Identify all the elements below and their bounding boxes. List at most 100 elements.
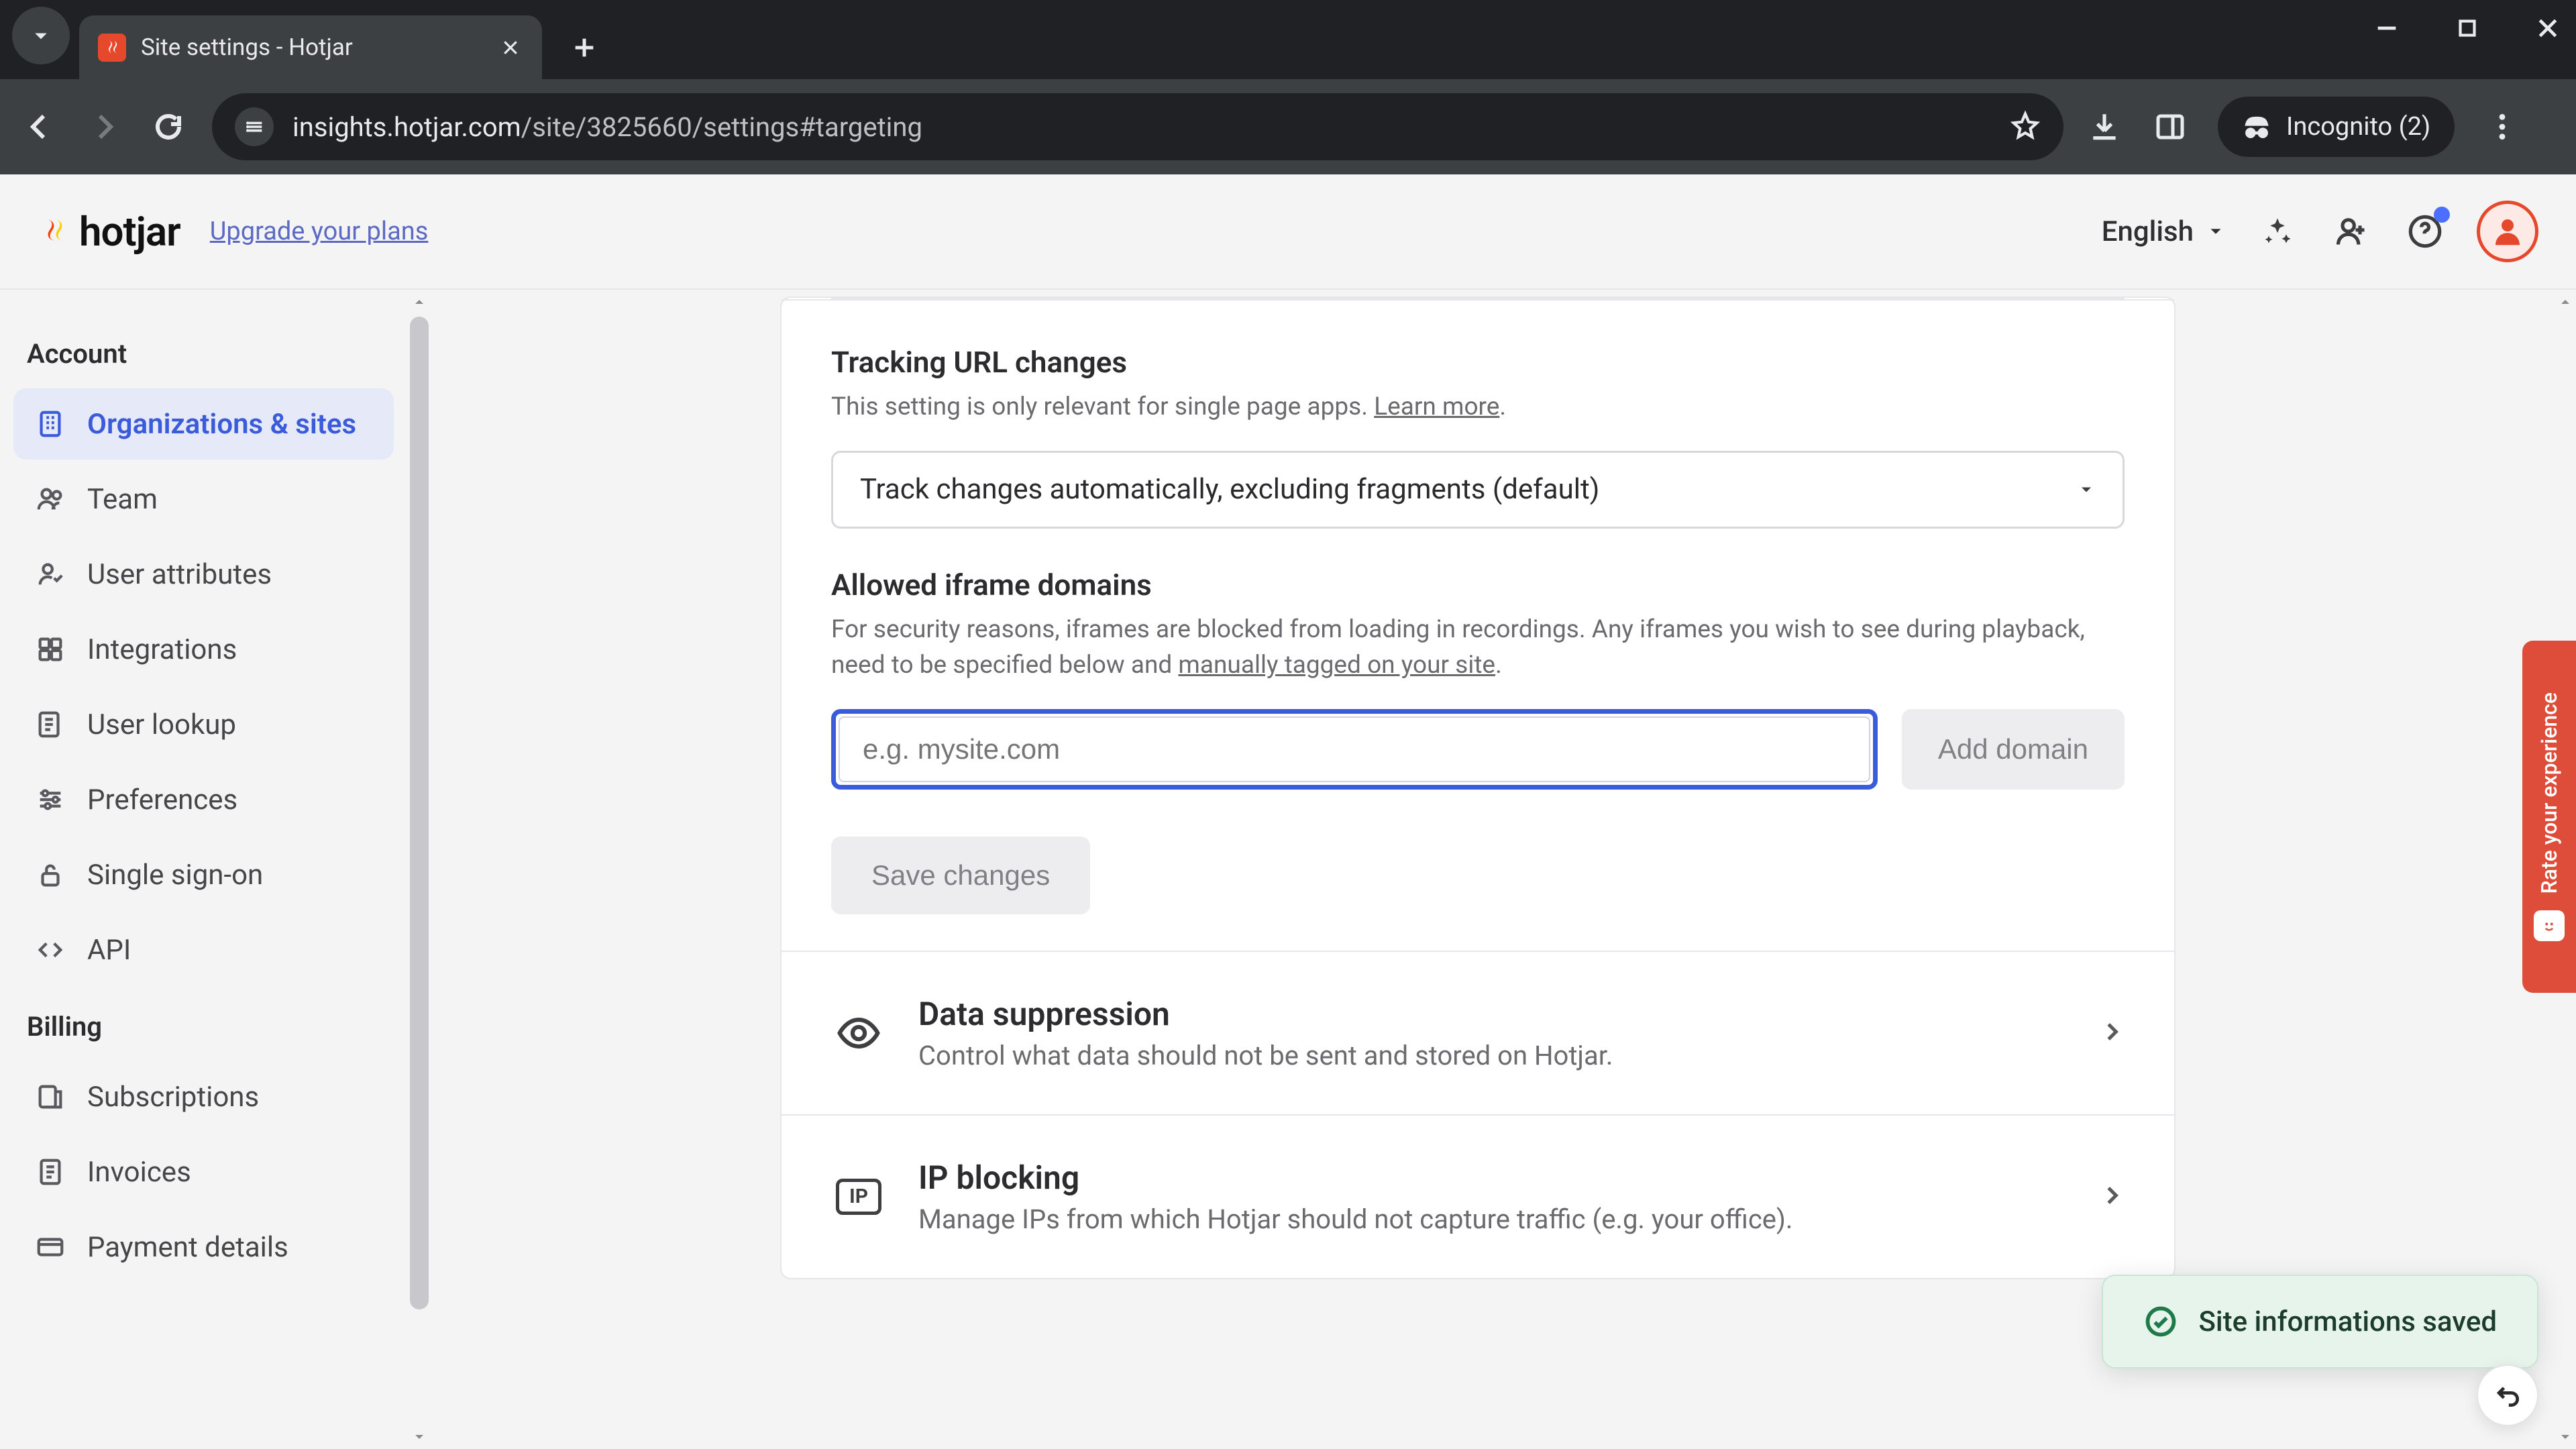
integrations-icon (34, 633, 67, 666)
sidebar: Account Organizations & sites Team User … (0, 290, 407, 1449)
card-title: IP blocking (918, 1159, 2067, 1197)
scroll-return-button[interactable] (2477, 1364, 2538, 1426)
sidebar-item-organizations[interactable]: Organizations & sites (13, 388, 394, 460)
sidebar-item-label: Integrations (87, 633, 237, 666)
chrome-menu-button[interactable] (2484, 109, 2520, 145)
downloads-icon[interactable] (2086, 109, 2123, 145)
apps-icon[interactable] (2255, 209, 2300, 254)
tracking-title: Tracking URL changes (831, 345, 2125, 380)
user-attr-icon (34, 557, 67, 591)
language-label: English (2102, 215, 2194, 248)
help-icon[interactable] (2403, 209, 2447, 254)
user-avatar[interactable] (2477, 201, 2538, 262)
upgrade-link[interactable]: Upgrade your plans (210, 217, 429, 246)
browser-tab-active[interactable]: Site settings - Hotjar (79, 15, 542, 79)
card-icon (34, 1230, 67, 1264)
smile-icon (2534, 910, 2565, 941)
window-close[interactable] (2532, 12, 2564, 44)
iframe-help: For security reasons, iframes are blocke… (831, 612, 2125, 684)
nav-back-button[interactable] (19, 106, 60, 148)
sidebar-item-user-attributes[interactable]: User attributes (13, 539, 394, 610)
nav-forward-button[interactable] (83, 106, 125, 148)
sidebar-item-label: Preferences (87, 784, 237, 816)
sidebar-item-label: User lookup (87, 708, 236, 741)
address-bar[interactable]: insights.hotjar.com/site/3825660/setting… (212, 93, 2063, 160)
sidebar-item-integrations[interactable]: Integrations (13, 614, 394, 685)
toast-text: Site informations saved (2198, 1305, 2497, 1338)
hotjar-favicon (98, 34, 126, 62)
sidebar-item-label: User attributes (87, 558, 272, 591)
preferences-icon (34, 783, 67, 816)
invite-user-icon[interactable] (2329, 209, 2373, 254)
sidebar-item-label: Single sign-on (87, 859, 263, 892)
select-value: Track changes automatically, excluding f… (860, 473, 1599, 506)
add-domain-button[interactable]: Add domain (1902, 709, 2125, 790)
scroll-up-icon[interactable] (407, 290, 431, 314)
language-selector[interactable]: English (2102, 215, 2226, 248)
sidebar-heading-billing: Billing (13, 989, 394, 1061)
sidebar-item-label: Invoices (87, 1156, 191, 1189)
app-header: hotjar Upgrade your plans English (0, 174, 2576, 290)
bookmark-star-icon[interactable] (2010, 110, 2041, 144)
team-icon (34, 482, 67, 516)
card-data-suppression[interactable]: Data suppression Control what data shoul… (782, 951, 2174, 1114)
sidebar-heading-account: Account (13, 317, 394, 388)
feedback-label: Rate your experience (2536, 692, 2562, 894)
sidebar-item-label: API (87, 934, 131, 967)
invoice-icon (34, 1155, 67, 1189)
chevron-down-icon (2077, 480, 2096, 499)
lock-icon (34, 858, 67, 892)
domain-input-wrapper (831, 709, 1878, 790)
iframe-title: Allowed iframe domains (831, 568, 2125, 602)
feedback-tab[interactable]: Rate your experience (2522, 641, 2576, 993)
new-tab-button[interactable] (561, 24, 608, 71)
browser-tabstrip: Site settings - Hotjar (0, 0, 2576, 79)
sidebar-item-api[interactable]: API (13, 914, 394, 985)
sidebar-item-preferences[interactable]: Preferences (13, 764, 394, 835)
building-icon (34, 407, 67, 441)
sidebar-item-label: Payment details (87, 1231, 288, 1264)
scroll-down-icon[interactable] (407, 1425, 431, 1449)
chevron-down-icon (2206, 221, 2226, 241)
ip-icon: IP (831, 1169, 886, 1224)
sidebar-item-subscriptions[interactable]: Subscriptions (13, 1061, 394, 1132)
browser-tab-title: Site settings - Hotjar (141, 34, 483, 61)
incognito-label: Incognito (2) (2286, 112, 2430, 142)
chevron-right-icon (2099, 1019, 2125, 1047)
window-maximize[interactable] (2451, 12, 2483, 44)
nav-reload-button[interactable] (148, 106, 189, 148)
check-circle-icon (2143, 1304, 2178, 1339)
scrollbar-thumb[interactable] (410, 317, 429, 1309)
sidebar-item-label: Team (87, 483, 158, 516)
sidebar-scrollbar[interactable] (407, 290, 431, 1449)
sidebar-item-team[interactable]: Team (13, 464, 394, 535)
scroll-down-icon[interactable] (2553, 1425, 2576, 1449)
site-info-button[interactable] (235, 107, 274, 146)
save-changes-button[interactable]: Save changes (831, 837, 1090, 914)
card-ip-blocking[interactable]: IP IP blocking Manage IPs from which Hot… (782, 1114, 2174, 1278)
lookup-icon (34, 708, 67, 741)
sidebar-item-label: Organizations & sites (87, 408, 356, 441)
tab-close-button[interactable] (498, 35, 523, 60)
sidebar-item-invoices[interactable]: Invoices (13, 1136, 394, 1208)
manual-tag-link[interactable]: manually tagged on your site (1178, 651, 1495, 680)
domain-input[interactable] (839, 716, 1870, 782)
chevron-right-icon (2099, 1183, 2125, 1211)
url-text: insights.hotjar.com/site/3825660/setting… (292, 111, 1991, 143)
code-icon (34, 933, 67, 967)
eye-icon (831, 1006, 886, 1061)
scroll-up-icon[interactable] (2553, 290, 2576, 314)
sidebar-item-sso[interactable]: Single sign-on (13, 839, 394, 910)
subscription-icon (34, 1080, 67, 1114)
brand-logo[interactable]: hotjar (38, 208, 180, 256)
sidebar-item-payment[interactable]: Payment details (13, 1212, 394, 1283)
window-minimize[interactable] (2371, 12, 2403, 44)
sidebar-item-user-lookup[interactable]: User lookup (13, 689, 394, 760)
incognito-indicator[interactable]: Incognito (2) (2218, 97, 2455, 157)
browser-toolbar: insights.hotjar.com/site/3825660/setting… (0, 79, 2576, 174)
brand-name: hotjar (79, 208, 180, 256)
learn-more-link[interactable]: Learn more (1374, 392, 1499, 421)
tracking-select[interactable]: Track changes automatically, excluding f… (831, 451, 2125, 529)
tab-search-button[interactable] (12, 7, 70, 64)
side-panel-icon[interactable] (2152, 109, 2188, 145)
